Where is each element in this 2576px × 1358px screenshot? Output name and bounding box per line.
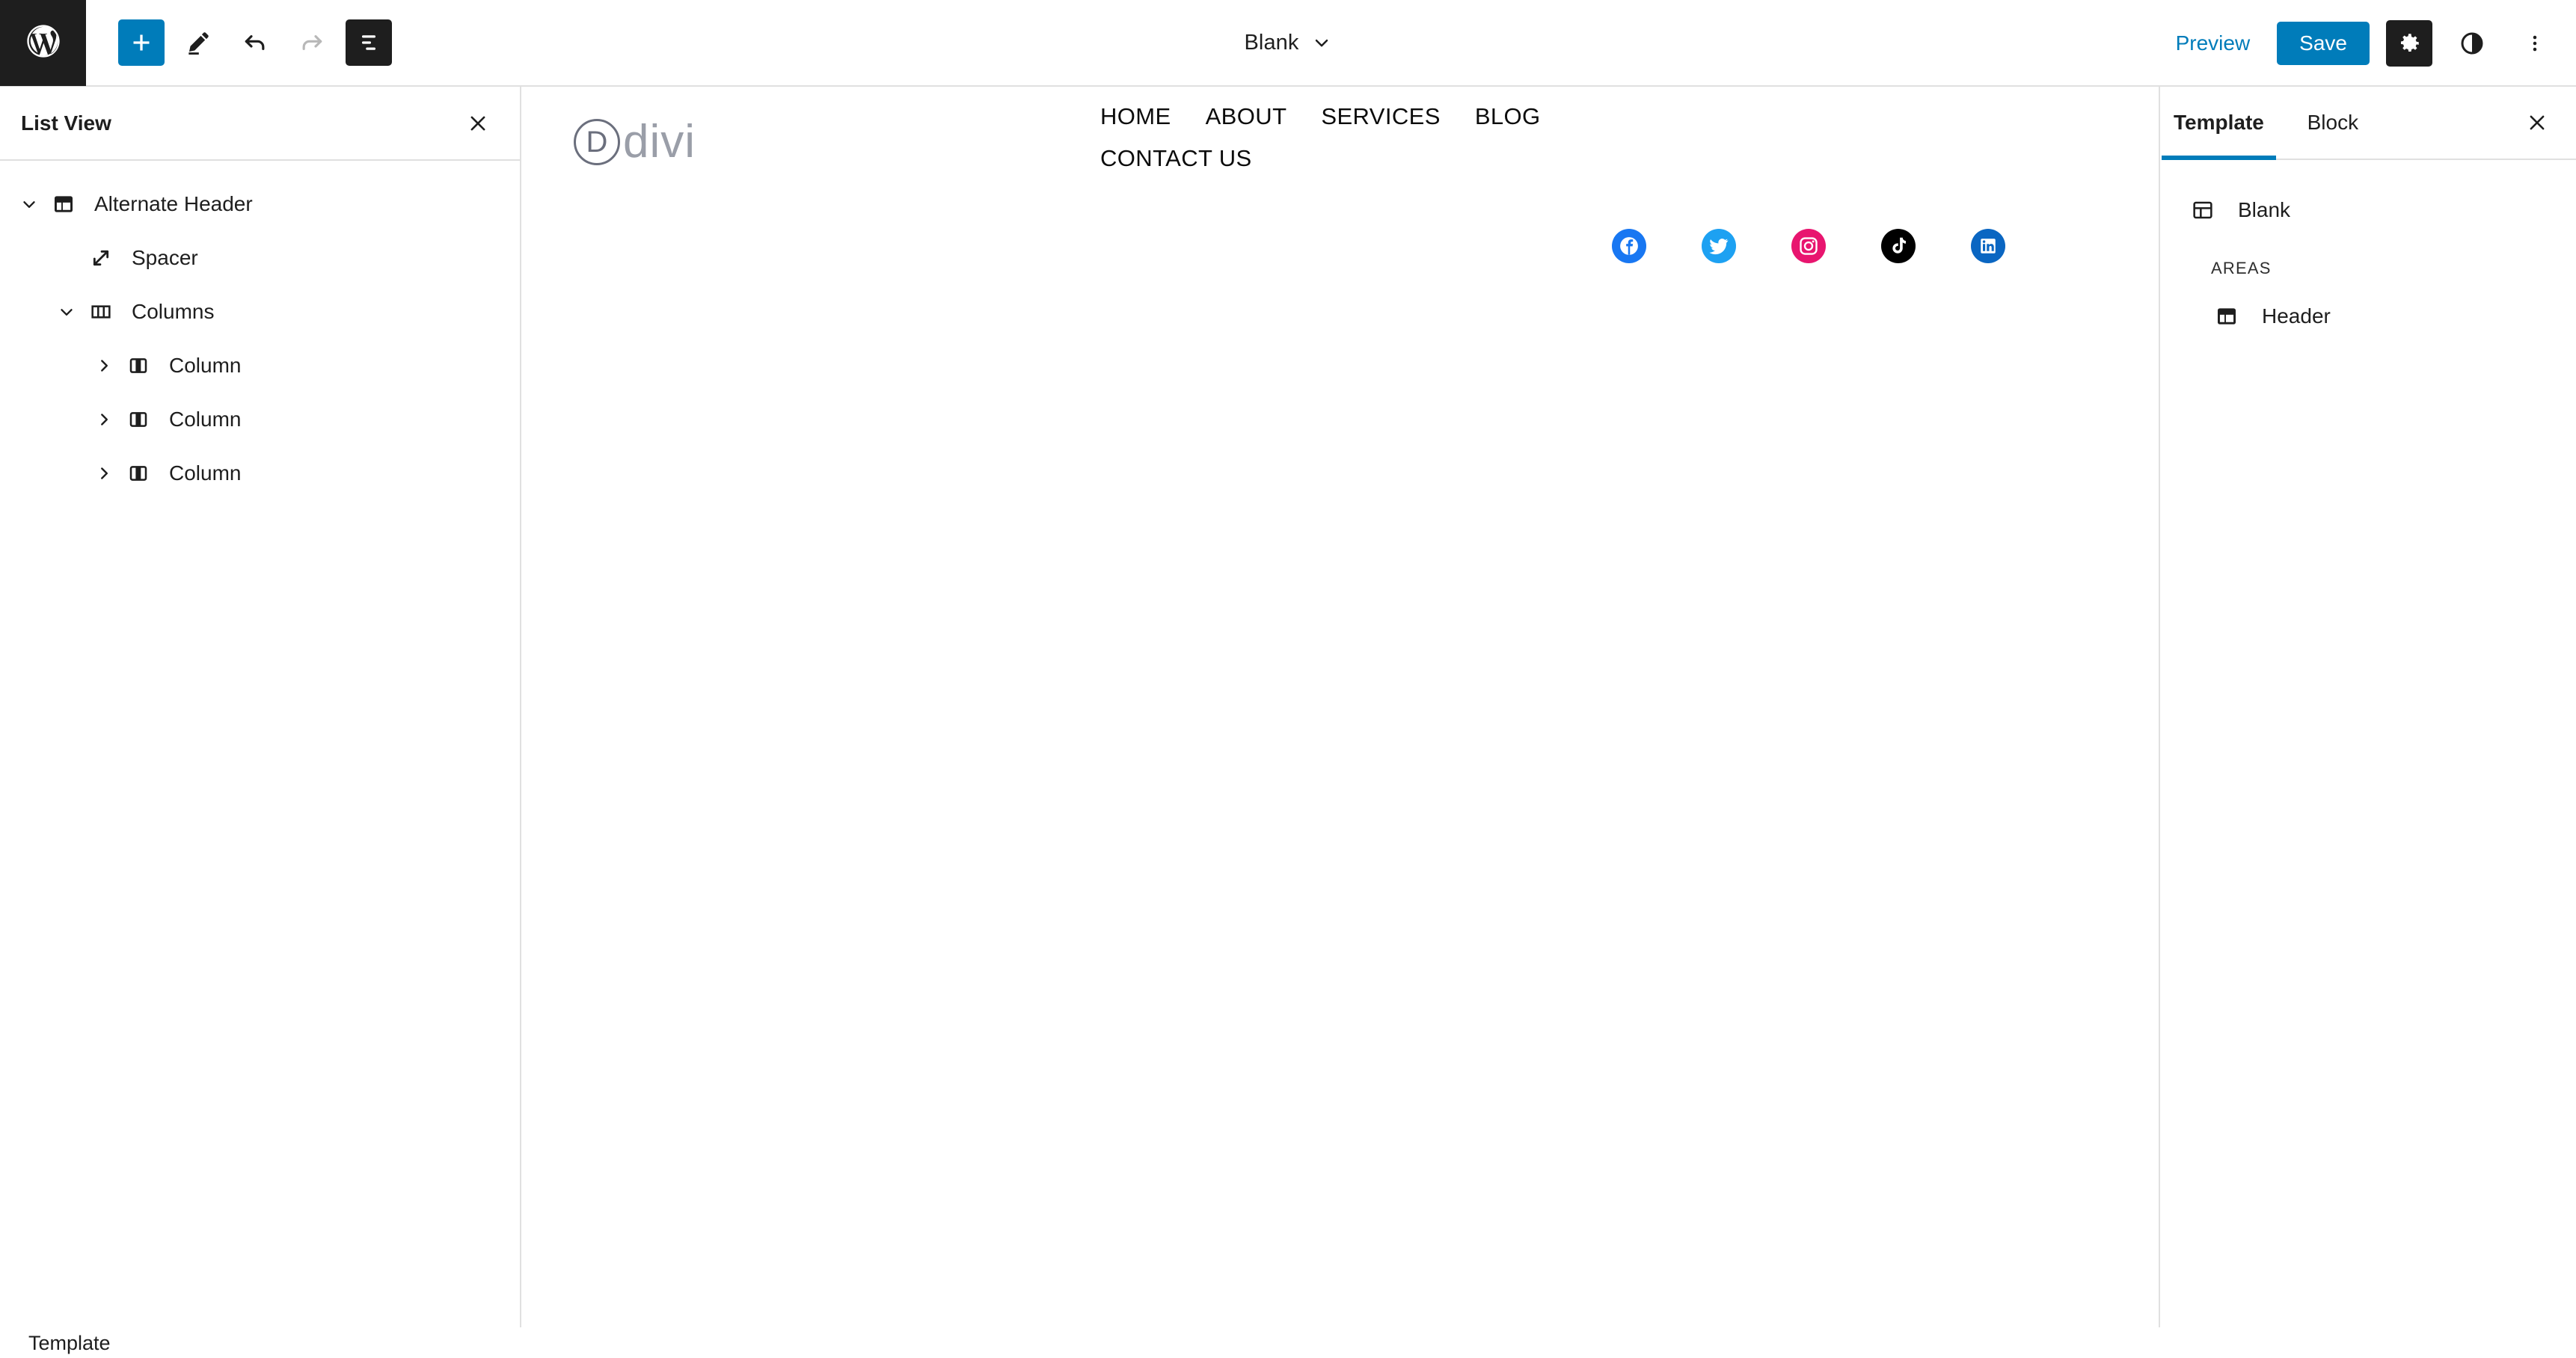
linkedin-icon[interactable] [1971, 229, 2005, 263]
list-item-label: Alternate Header [94, 192, 253, 215]
chevron-right-icon[interactable] [87, 348, 121, 383]
styles-button[interactable] [2449, 20, 2495, 67]
template-icon [2186, 193, 2220, 227]
template-panel-body: Blank AREAS Header [2162, 160, 2576, 344]
plus-icon [133, 34, 150, 51]
gear-icon [2400, 34, 2419, 52]
chevron-down-icon[interactable] [12, 187, 46, 221]
divi-mark-icon: D [574, 118, 620, 165]
site-navigation: HOME ABOUT SERVICES BLOG CONTACT US [1100, 103, 1564, 172]
tab-block-label: Block [2307, 111, 2359, 134]
template-part-icon [46, 187, 81, 221]
list-view-panel: List View Alternate Header Spacer Column… [0, 87, 521, 1327]
editor-toolbar-left [118, 19, 392, 66]
add-block-button[interactable] [118, 19, 165, 66]
list-item[interactable]: Column [0, 393, 520, 446]
areas-heading: AREAS [2211, 259, 2272, 277]
editor-canvas[interactable]: D divi HOME ABOUT SERVICES BLOG CONTACT … [523, 87, 2160, 1327]
wordpress-logo-icon [24, 22, 63, 64]
edit-tools-button[interactable] [175, 19, 221, 66]
nav-link-services[interactable]: SERVICES [1321, 103, 1440, 130]
block-tree: Alternate Header Spacer Columns Column C… [0, 161, 520, 500]
redo-button [289, 19, 335, 66]
list-item-label: Column [169, 461, 242, 485]
nav-link-home[interactable]: HOME [1100, 103, 1171, 130]
facebook-icon[interactable] [1612, 229, 1646, 263]
list-item-label: Columns [132, 300, 215, 323]
chevron-down-icon[interactable] [49, 295, 84, 329]
list-item-label: Spacer [132, 246, 198, 269]
template-part-icon [2209, 299, 2244, 334]
area-label: Header [2262, 304, 2331, 328]
more-options-button[interactable] [2512, 20, 2558, 67]
settings-sidebar: Template Block Blank AREAS Header [2162, 87, 2576, 1327]
nav-link-about[interactable]: ABOUT [1206, 103, 1287, 130]
vertical-dots-icon [2533, 35, 2537, 52]
social-icons-row [1612, 229, 2005, 263]
undo-icon [245, 35, 265, 50]
list-view-icon [362, 35, 375, 50]
editor-toolbar-right: Preview Save [2165, 0, 2558, 87]
list-item[interactable]: Columns [0, 285, 520, 339]
list-item[interactable]: Column [0, 339, 520, 393]
half-circle-contrast-icon [2461, 32, 2483, 55]
site-logo[interactable]: D divi [574, 115, 696, 168]
settings-button[interactable] [2386, 20, 2432, 67]
chevron-right-icon[interactable] [87, 402, 121, 437]
area-row-header[interactable]: Header [2162, 289, 2576, 344]
list-view-button[interactable] [346, 19, 392, 66]
undo-button[interactable] [232, 19, 278, 66]
list-item-label: Column [169, 354, 242, 377]
wordpress-logo-button[interactable] [0, 0, 86, 86]
column-icon [121, 456, 156, 491]
close-icon[interactable] [457, 102, 499, 144]
tab-block[interactable]: Block [2276, 87, 2390, 159]
template-name-label: Blank [2238, 198, 2291, 221]
nav-link-blog[interactable]: BLOG [1475, 103, 1541, 130]
tab-template-label: Template [2174, 111, 2264, 134]
preview-button[interactable]: Preview [2165, 24, 2261, 63]
column-icon [121, 402, 156, 437]
list-view-title: List View [21, 111, 111, 135]
close-icon[interactable] [2516, 102, 2558, 144]
list-item-label: Column [169, 408, 242, 431]
spacer-resize-icon [84, 241, 118, 275]
status-bar: Template [0, 1329, 2576, 1358]
editor-top-bar: Blank Preview Save [0, 0, 2576, 87]
site-logo-text: divi [623, 116, 696, 168]
tiktok-icon[interactable] [1881, 229, 1916, 263]
save-button[interactable]: Save [2277, 22, 2370, 65]
page-title: Blank [1244, 30, 1299, 55]
columns-icon [84, 295, 118, 329]
chevron-right-icon[interactable] [87, 456, 121, 491]
list-view-header: List View [0, 87, 520, 161]
status-label: Template [28, 1332, 111, 1354]
twitter-icon[interactable] [1702, 229, 1736, 263]
chevron-down-icon[interactable] [1311, 32, 1332, 53]
column-icon [121, 348, 156, 383]
list-item[interactable]: Column [0, 446, 520, 500]
list-item[interactable]: Alternate Header [0, 177, 520, 231]
redo-icon [302, 35, 322, 50]
nav-link-contact-us[interactable]: CONTACT US [1100, 145, 1252, 172]
pencil-icon [188, 32, 209, 55]
sidebar-tabs: Template Block [2162, 87, 2576, 160]
instagram-icon[interactable] [1791, 229, 1826, 263]
site-header-preview: D divi HOME ABOUT SERVICES BLOG CONTACT … [523, 87, 2159, 281]
template-name-row[interactable]: Blank [2162, 182, 2576, 238]
list-item[interactable]: Spacer [0, 231, 520, 285]
tab-template[interactable]: Template [2162, 87, 2276, 160]
